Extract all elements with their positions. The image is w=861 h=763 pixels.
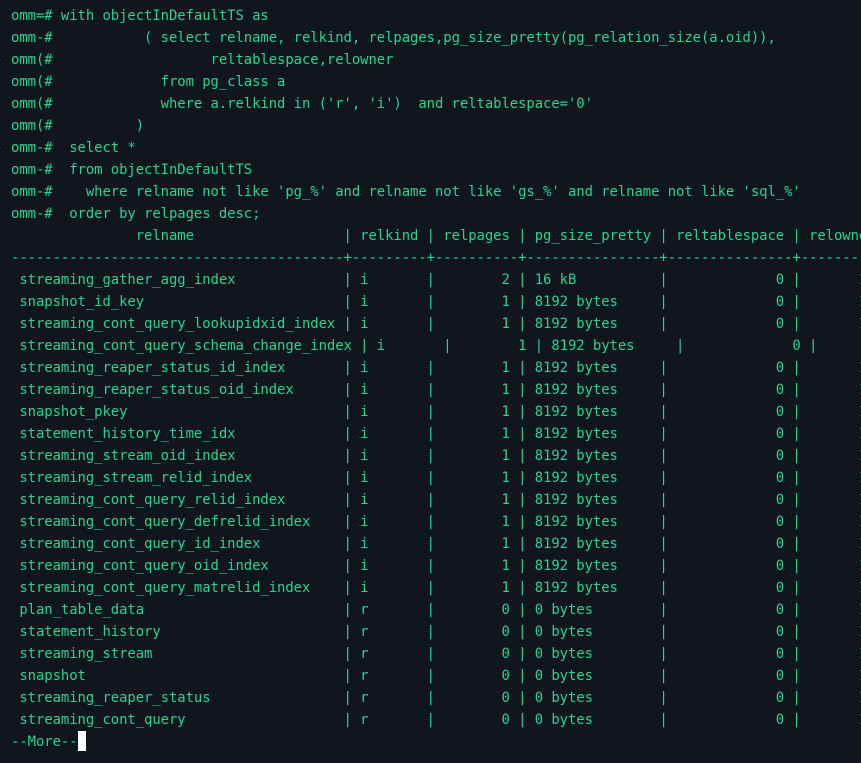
table-row: streaming_cont_query_matrelid_index | i …: [11, 580, 861, 596]
query-line: omm(# ): [11, 118, 145, 134]
table-row: plan_table_data | r | 0 | 0 bytes | 0 | …: [11, 602, 861, 618]
table-row: streaming_reaper_status_id_index | i | 1…: [11, 360, 861, 376]
table-row: snapshot_pkey | i | 1 | 8192 bytes | 0 |…: [11, 404, 861, 420]
table-row: streaming_cont_query_schema_change_index…: [11, 338, 861, 354]
table-row: streaming_cont_query_oid_index | i | 1 |…: [11, 558, 861, 574]
table-row: streaming_stream_relid_index | i | 1 | 8…: [11, 470, 861, 486]
query-line: omm-# from objectInDefaultTS: [11, 162, 253, 178]
table-row: snapshot_id_key | i | 1 | 8192 bytes | 0…: [11, 294, 861, 310]
query-line: omm(# where a.relkind in ('r', 'i') and …: [11, 96, 593, 112]
query-line: omm-# ( select relname, relkind, relpage…: [11, 30, 776, 46]
table-row: streaming_cont_query | r | 0 | 0 bytes |…: [11, 712, 861, 728]
table-row: streaming_cont_query_lookupidxid_index |…: [11, 316, 861, 332]
query-line: omm=# with objectInDefaultTS as: [11, 8, 269, 24]
cursor-block: [77, 731, 86, 751]
table-row: streaming_cont_query_relid_index | i | 1…: [11, 492, 861, 508]
table-row: statement_history | r | 0 | 0 bytes | 0 …: [11, 624, 861, 640]
query-line: omm-# select *: [11, 140, 136, 156]
table-row: streaming_stream | r | 0 | 0 bytes | 0 |…: [11, 646, 861, 662]
table-row: streaming_stream_oid_index | i | 1 | 819…: [11, 448, 861, 464]
more-prompt-line[interactable]: --More--: [11, 731, 86, 753]
table-header: relname | relkind | relpages | pg_size_p…: [11, 228, 861, 244]
query-line: omm(# reltablespace,relowner: [11, 52, 394, 68]
table-row: streaming_cont_query_id_index | i | 1 | …: [11, 536, 861, 552]
table-row: snapshot | r | 0 | 0 bytes | 0 | 10: [11, 668, 861, 684]
table-row: streaming_cont_query_defrelid_index | i …: [11, 514, 861, 530]
table-row: streaming_reaper_status_oid_index | i | …: [11, 382, 861, 398]
table-row: streaming_gather_agg_index | i | 2 | 16 …: [11, 272, 861, 288]
table-row: streaming_reaper_status | r | 0 | 0 byte…: [11, 690, 861, 706]
more-prompt: --More--: [11, 734, 78, 750]
query-line: omm(# from pg_class a: [11, 74, 286, 90]
query-line: omm-# order by relpages desc;: [11, 206, 261, 222]
table-row: statement_history_time_idx | i | 1 | 819…: [11, 426, 861, 442]
table-separator: ----------------------------------------…: [11, 250, 861, 266]
terminal-window[interactable]: omm=# with objectInDefaultTS as omm-# ( …: [0, 0, 861, 763]
query-line: omm-# where relname not like 'pg_%' and …: [11, 184, 801, 200]
